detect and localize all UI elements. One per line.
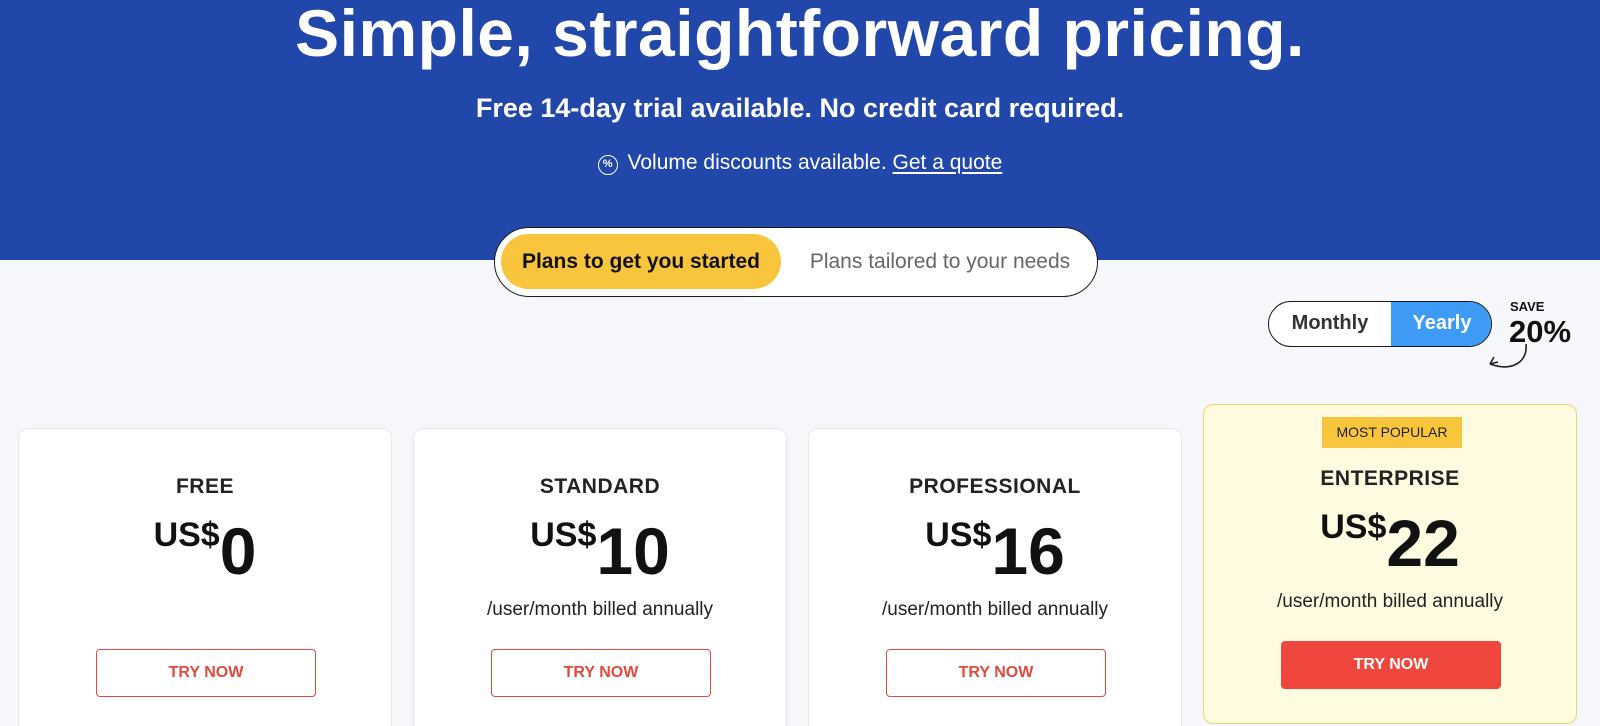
tab-plans-started[interactable]: Plans to get you started	[501, 234, 781, 289]
price-currency: US$	[925, 516, 992, 554]
plan-card-professional: PROFESSIONAL US$16 /user/month billed an…	[808, 428, 1182, 726]
price-amount: 22	[1386, 506, 1460, 580]
price-amount: 0	[219, 514, 257, 588]
try-now-button[interactable]: TRY NOW	[1281, 641, 1501, 689]
percent-icon: %	[597, 155, 618, 175]
price-currency: US$	[530, 516, 597, 554]
volume-discount-text: Volume discounts available.	[627, 151, 887, 174]
page-title: Simple, straightforward pricing.	[295, 0, 1305, 70]
volume-discount-note: % Volume discounts available. Get a quot…	[0, 148, 1600, 178]
try-now-button[interactable]: TRY NOW	[491, 649, 711, 697]
plan-card-free: FREE US$0 TRY NOW	[18, 428, 392, 726]
billing-note: /user/month billed annually	[486, 599, 714, 620]
hero-banner: Simple, straightforward pricing. Free 14…	[0, 0, 1600, 260]
plan-card-enterprise: MOST POPULAR ENTERPRISE US$22 /user/mont…	[1203, 404, 1577, 724]
plan-name: PROFESSIONAL	[909, 475, 1081, 498]
hero-subtitle: Free 14-day trial available. No credit c…	[475, 93, 1125, 123]
plan-price: US$0	[19, 513, 391, 589]
plan-name: ENTERPRISE	[1320, 467, 1460, 490]
billing-period-toggle: Monthly Yearly	[1268, 301, 1492, 347]
tab-plans-tailored[interactable]: Plans tailored to your needs	[785, 234, 1095, 289]
curved-arrow-icon	[1489, 343, 1527, 368]
plan-name: FREE	[175, 475, 234, 498]
plan-price: US$10	[414, 513, 786, 589]
billing-note: /user/month billed annually	[881, 599, 1109, 620]
price-amount: 16	[991, 514, 1065, 588]
monthly-option[interactable]: Monthly	[1269, 302, 1391, 346]
price-amount: 10	[596, 514, 670, 588]
plan-category-switch: Plans to get you started Plans tailored …	[494, 227, 1098, 297]
plan-name: STANDARD	[539, 475, 661, 498]
price-currency: US$	[153, 516, 220, 554]
plan-price: US$16	[809, 513, 1181, 589]
billing-note: /user/month billed annually	[1276, 591, 1504, 612]
plan-price: US$22	[1204, 505, 1576, 581]
price-currency: US$	[1320, 508, 1387, 546]
plan-card-standard: STANDARD US$10 /user/month billed annual…	[413, 428, 787, 726]
try-now-button[interactable]: TRY NOW	[886, 649, 1106, 697]
try-now-button[interactable]: TRY NOW	[96, 649, 316, 697]
get-a-quote-link[interactable]: Get a quote	[893, 151, 1003, 174]
save-label: SAVE	[1510, 299, 1545, 314]
most-popular-badge: MOST POPULAR	[1322, 417, 1462, 448]
